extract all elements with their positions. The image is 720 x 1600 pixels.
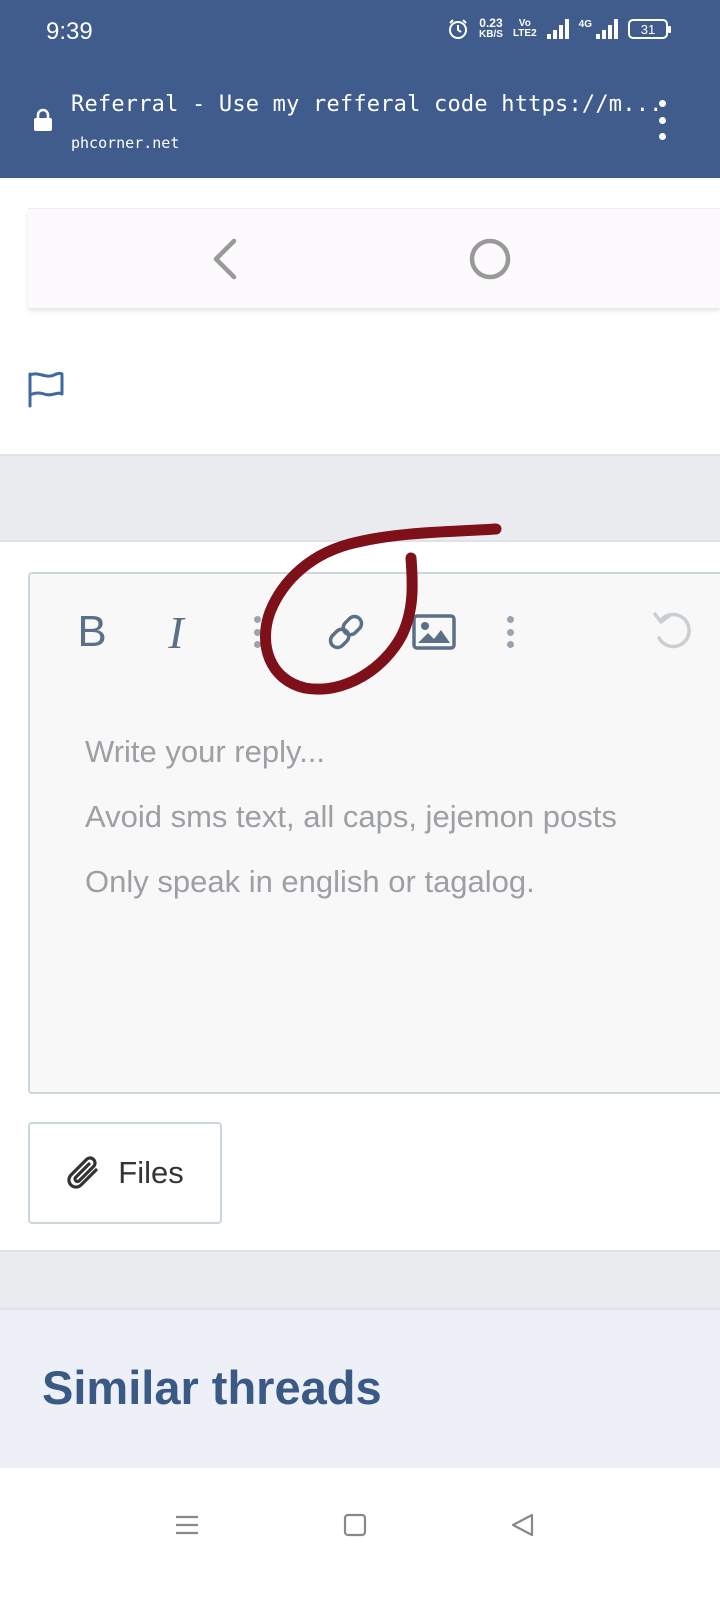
similar-threads-section: Similar threads bbox=[0, 1308, 720, 1468]
reply-placeholder[interactable]: Write your reply... Avoid sms text, all … bbox=[85, 719, 617, 914]
link-icon bbox=[328, 614, 364, 650]
recents-icon[interactable] bbox=[172, 1510, 202, 1544]
lock-icon[interactable] bbox=[33, 108, 53, 132]
battery-icon: 31 bbox=[628, 19, 671, 39]
reply-editor[interactable]: B I Write your reply... Avoid sms text, … bbox=[28, 572, 720, 1094]
system-nav-bar bbox=[0, 1468, 720, 1600]
speed-value: 0.23 bbox=[479, 16, 503, 30]
undo-button[interactable] bbox=[648, 608, 698, 656]
attach-files-button[interactable]: Files bbox=[28, 1122, 222, 1224]
editor-toolbar: B I bbox=[30, 574, 720, 694]
embedded-nav-card bbox=[28, 208, 720, 308]
circle-home-icon[interactable] bbox=[468, 237, 512, 281]
signal-icon-2 bbox=[596, 19, 618, 39]
battery-level: 31 bbox=[640, 21, 656, 37]
image-button[interactable] bbox=[410, 608, 458, 656]
status-icons: 0.23 KB/S Vo LTE2 4G 31 bbox=[447, 16, 671, 40]
page-title[interactable]: Referral - Use my refferal code https://… bbox=[71, 92, 663, 117]
report-flag-icon[interactable] bbox=[26, 370, 66, 408]
post-footer-card bbox=[0, 178, 720, 456]
back-icon[interactable] bbox=[508, 1510, 538, 1544]
page-domain[interactable]: phcorner.net bbox=[71, 134, 179, 152]
italic-button[interactable]: I bbox=[158, 607, 194, 658]
files-label: Files bbox=[118, 1155, 184, 1190]
paperclip-icon bbox=[67, 1156, 98, 1189]
signal-icon bbox=[546, 19, 569, 39]
similar-threads-heading: Similar threads bbox=[42, 1361, 382, 1414]
bold-button[interactable]: B bbox=[74, 607, 110, 656]
placeholder-line: Write your reply... bbox=[85, 734, 326, 769]
more-vert-icon[interactable] bbox=[250, 616, 264, 648]
undo-icon bbox=[653, 612, 691, 649]
image-icon bbox=[412, 614, 456, 650]
volte-bottom: LTE2 bbox=[512, 28, 537, 39]
volte-indicator: Vo LTE2 bbox=[513, 19, 537, 39]
speed-unit: KB/S bbox=[479, 29, 503, 40]
status-time: 9:39 bbox=[46, 18, 93, 45]
placeholder-line: Only speak in english or tagalog. bbox=[85, 864, 535, 899]
browser-header: 9:39 0.23 KB/S Vo LTE2 4G 31 Referral - … bbox=[0, 0, 720, 178]
network-speed: 0.23 KB/S bbox=[479, 16, 503, 40]
link-button[interactable] bbox=[322, 608, 370, 656]
net-type: 4G bbox=[578, 18, 592, 30]
more-options-icon[interactable] bbox=[652, 100, 672, 140]
home-icon[interactable] bbox=[340, 1510, 370, 1544]
placeholder-line: Avoid sms text, all caps, jejemon posts bbox=[85, 799, 617, 834]
alarm-icon bbox=[449, 19, 468, 39]
chevron-left-icon[interactable] bbox=[208, 237, 242, 281]
more-vert-icon-2[interactable] bbox=[503, 616, 517, 648]
reply-editor-section: B I Write your reply... Avoid sms text, … bbox=[0, 540, 720, 1252]
